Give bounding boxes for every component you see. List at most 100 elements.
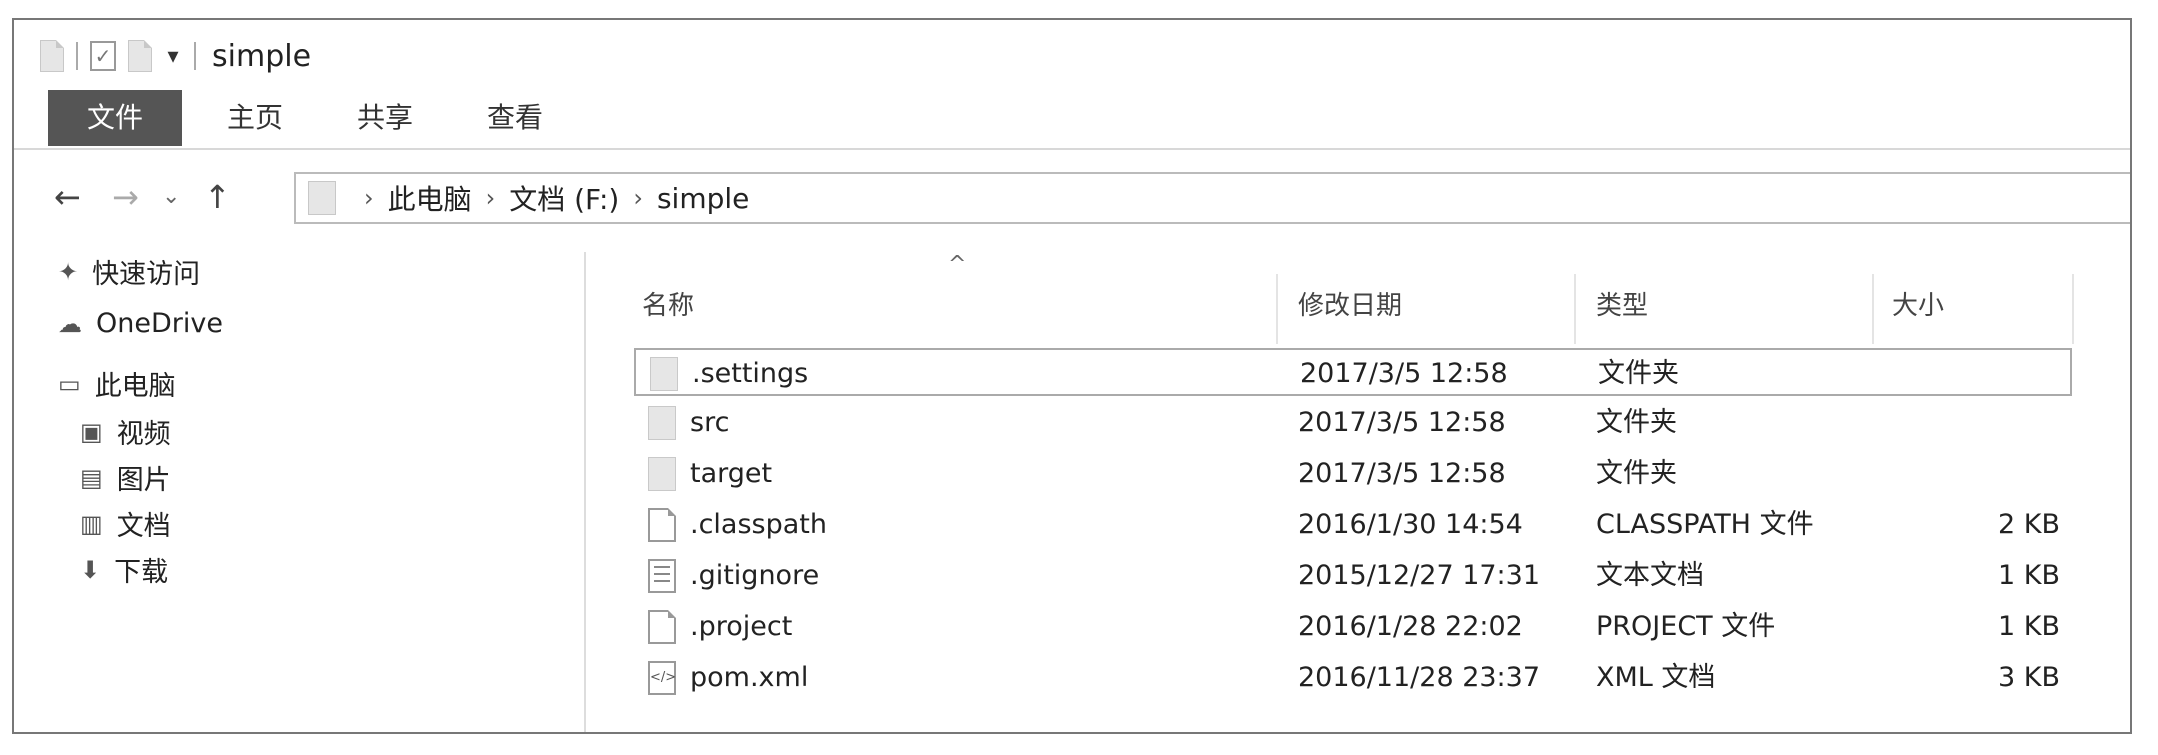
- file-modified: 2016/1/28 22:02: [1298, 611, 1523, 642]
- file-row[interactable]: </> pom.xml 2016/11/28 23:37 XML 文档 3 KB: [634, 654, 2072, 702]
- text-file-icon: [648, 559, 676, 593]
- file-type: 文件夹: [1598, 358, 1679, 389]
- file-size: 3 KB: [1998, 662, 2060, 693]
- column-header-name[interactable]: 名称: [642, 276, 1042, 336]
- file-name: src: [690, 407, 730, 438]
- file-size: [1902, 350, 2062, 398]
- file-type: PROJECT 文件: [1596, 611, 1776, 642]
- file-type: 文件夹: [1596, 407, 1677, 438]
- address-bar: ← → ⌄ ↑ › 此电脑 › 文档 (F:) › simple: [14, 170, 2130, 230]
- tab-home[interactable]: 主页: [200, 90, 310, 146]
- file-modified: 2017/3/5 12:58: [1300, 358, 1508, 389]
- file-modified: 2016/1/30 14:54: [1298, 509, 1523, 540]
- sort-ascending-icon: ^: [948, 252, 967, 277]
- nav-item-videos[interactable]: ▣ 视频: [80, 412, 171, 451]
- download-icon: ⬇: [80, 555, 101, 584]
- nav-item-label: 下载: [114, 557, 169, 588]
- file-list: ^ 名称 修改日期 类型 大小 .settings 2017/3/5 12:58…: [586, 238, 2130, 732]
- up-arrow-icon[interactable]: ↑: [204, 178, 231, 216]
- new-folder-icon[interactable]: [128, 40, 152, 72]
- customize-dropdown-icon[interactable]: ▾: [164, 44, 182, 69]
- file-name: .settings: [692, 358, 809, 389]
- file-modified: 2016/11/28 23:37: [1298, 662, 1541, 693]
- nav-item-quick-access[interactable]: ✦ 快速访问: [58, 252, 200, 291]
- pin-icon: ✦: [58, 257, 79, 286]
- tab-view[interactable]: 查看: [460, 90, 570, 146]
- file-name: .project: [690, 611, 793, 642]
- nav-item-label: 此电脑: [94, 371, 176, 402]
- cloud-icon: ☁: [58, 309, 82, 338]
- toolbar-separator: [194, 42, 196, 70]
- column-header-type[interactable]: 类型: [1596, 276, 1796, 336]
- file-row[interactable]: .settings 2017/3/5 12:58 文件夹: [634, 348, 2072, 396]
- nav-item-label: OneDrive: [96, 308, 223, 339]
- nav-item-label: 文档: [116, 511, 171, 542]
- file-type: 文件夹: [1596, 458, 1677, 489]
- explorer-window: ✓ ▾ simple 文件 主页 共享 查看 ← → ⌄ ↑ › 此电脑 › 文…: [12, 18, 2132, 734]
- file-modified: 2017/3/5 12:58: [1298, 458, 1506, 489]
- chevron-right-icon[interactable]: ›: [633, 184, 643, 212]
- chevron-right-icon[interactable]: ›: [486, 184, 496, 212]
- folder-icon: [650, 357, 678, 391]
- navigation-pane: ✦ 快速访问 ☁ OneDrive ▭ 此电脑 ▣ 视频 ▤ 图片 ▥ 文档 ⬇…: [14, 252, 586, 732]
- xml-file-icon: </>: [648, 661, 676, 695]
- column-header-size[interactable]: 大小: [1892, 276, 2042, 336]
- computer-icon: ▭: [58, 369, 81, 398]
- nav-item-downloads[interactable]: ⬇ 下载: [80, 550, 168, 589]
- forward-arrow-icon[interactable]: →: [112, 178, 139, 216]
- file-row[interactable]: .project 2016/1/28 22:02 PROJECT 文件 1 KB: [634, 603, 2072, 651]
- file-type: 文本文档: [1596, 560, 1704, 591]
- file-size: 1 KB: [1998, 611, 2060, 642]
- file-row[interactable]: .gitignore 2015/12/27 17:31 文本文档 1 KB: [634, 552, 2072, 600]
- nav-item-label: 快速访问: [92, 259, 201, 290]
- nav-item-documents[interactable]: ▥ 文档: [80, 504, 171, 543]
- properties-icon[interactable]: ✓: [90, 41, 116, 71]
- file-modified: 2015/12/27 17:31: [1298, 560, 1541, 591]
- video-icon: ▣: [80, 417, 103, 446]
- folder-icon: [648, 406, 676, 440]
- quick-access-toolbar: ✓ ▾ simple: [40, 36, 311, 76]
- window-title: simple: [212, 38, 312, 74]
- file-row[interactable]: .classpath 2016/1/30 14:54 CLASSPATH 文件 …: [634, 501, 2072, 549]
- nav-item-this-pc[interactable]: ▭ 此电脑: [58, 364, 176, 403]
- pictures-icon: ▤: [80, 463, 103, 492]
- recent-locations-icon[interactable]: ⌄: [162, 184, 180, 209]
- file-size: 1 KB: [1998, 560, 2060, 591]
- file-name: target: [690, 458, 773, 489]
- back-arrow-icon[interactable]: ←: [54, 178, 81, 216]
- ribbon-tabs: 文件 主页 共享 查看: [14, 90, 2130, 150]
- nav-item-label: 视频: [116, 419, 171, 450]
- column-divider[interactable]: [1574, 274, 1576, 344]
- column-divider[interactable]: [1276, 274, 1278, 344]
- location-icon: [308, 181, 336, 215]
- nav-item-pictures[interactable]: ▤ 图片: [80, 458, 171, 497]
- tab-share[interactable]: 共享: [330, 90, 440, 146]
- file-name: pom.xml: [690, 662, 809, 693]
- file-size: [1900, 399, 2060, 447]
- file-icon: [648, 610, 676, 644]
- breadcrumb-simple[interactable]: simple: [657, 182, 749, 215]
- file-icon: [648, 508, 676, 542]
- column-divider[interactable]: [2072, 274, 2074, 344]
- chevron-right-icon[interactable]: ›: [364, 184, 374, 212]
- address-field[interactable]: › 此电脑 › 文档 (F:) › simple: [294, 172, 2130, 224]
- column-header-modified[interactable]: 修改日期: [1298, 276, 1498, 336]
- file-name: .classpath: [690, 509, 827, 540]
- column-divider[interactable]: [1872, 274, 1874, 344]
- tab-file[interactable]: 文件: [48, 90, 182, 146]
- file-type: CLASSPATH 文件: [1596, 509, 1814, 540]
- breadcrumb-documents-drive[interactable]: 文档 (F:): [509, 178, 619, 218]
- file-modified: 2017/3/5 12:58: [1298, 407, 1506, 438]
- file-row[interactable]: src 2017/3/5 12:58 文件夹: [634, 399, 2072, 447]
- file-row[interactable]: target 2017/3/5 12:58 文件夹: [634, 450, 2072, 498]
- folder-icon: [648, 457, 676, 491]
- breadcrumb-this-pc[interactable]: 此电脑: [388, 178, 472, 218]
- nav-item-label: 图片: [116, 465, 171, 496]
- file-size: 2 KB: [1998, 509, 2060, 540]
- title-bar: ✓ ▾ simple: [14, 20, 2130, 90]
- document-icon[interactable]: [40, 40, 64, 72]
- documents-icon: ▥: [80, 509, 103, 538]
- file-type: XML 文档: [1596, 662, 1716, 693]
- file-name: .gitignore: [690, 560, 820, 591]
- nav-item-onedrive[interactable]: ☁ OneDrive: [58, 308, 223, 339]
